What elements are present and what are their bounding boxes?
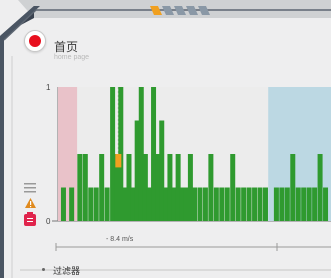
chart-bar (69, 187, 75, 221)
chart-bar (262, 187, 268, 221)
chart-bar (213, 187, 219, 221)
chart-bar (301, 187, 307, 221)
chart-bar (279, 187, 285, 221)
chart-bar (235, 187, 241, 221)
chart-bar (88, 187, 94, 221)
chart-highlight-marker[interactable] (115, 154, 122, 168)
chart-bar (273, 187, 279, 221)
chart-area[interactable] (58, 87, 331, 221)
y-tick-min: 0 (46, 217, 51, 226)
y-tick-max: 1 (46, 83, 51, 92)
chart-bar (323, 187, 329, 221)
chart-bar (82, 154, 88, 221)
chart-bar (290, 154, 296, 221)
chart-bar (295, 187, 301, 221)
chart-bar (77, 154, 83, 221)
warning-icon[interactable] (25, 198, 36, 208)
chart-bar (202, 187, 208, 221)
chart-bar (312, 187, 318, 221)
chart-bar (99, 154, 105, 221)
menu-icon[interactable] (24, 183, 36, 193)
badge-icon[interactable] (24, 212, 36, 226)
page-title: 首页 (54, 40, 79, 54)
x-marker-label: - 8.4 m/s (106, 236, 134, 243)
chart-svg (58, 87, 331, 221)
chart-bar (230, 154, 236, 221)
chart-bar (197, 187, 203, 221)
main-panel: 首页 home page 1 0 - 8.4 m/s 过滤器 (0, 0, 331, 278)
chart-bar (60, 187, 66, 221)
chart-bar (208, 154, 214, 221)
chart-bar (284, 187, 290, 221)
chart-bar (252, 187, 258, 221)
chart-bar (306, 187, 312, 221)
home-button[interactable] (24, 30, 46, 52)
page-subtitle: home page (54, 54, 90, 61)
chart-bar (93, 187, 99, 221)
chart-bar (192, 187, 197, 221)
filter-label[interactable]: 过滤器 (53, 264, 80, 277)
record-icon (29, 35, 41, 47)
chart-bar (246, 187, 252, 221)
chart-bar (219, 187, 225, 221)
header-stripes (150, 6, 210, 15)
chart-bar (257, 187, 263, 221)
chart-region-0 (58, 87, 78, 221)
filter-bullet (42, 268, 45, 271)
chart-bar (224, 187, 230, 221)
chart-bar (241, 187, 247, 221)
chart-bar (104, 187, 110, 221)
chart-bar (317, 154, 323, 221)
